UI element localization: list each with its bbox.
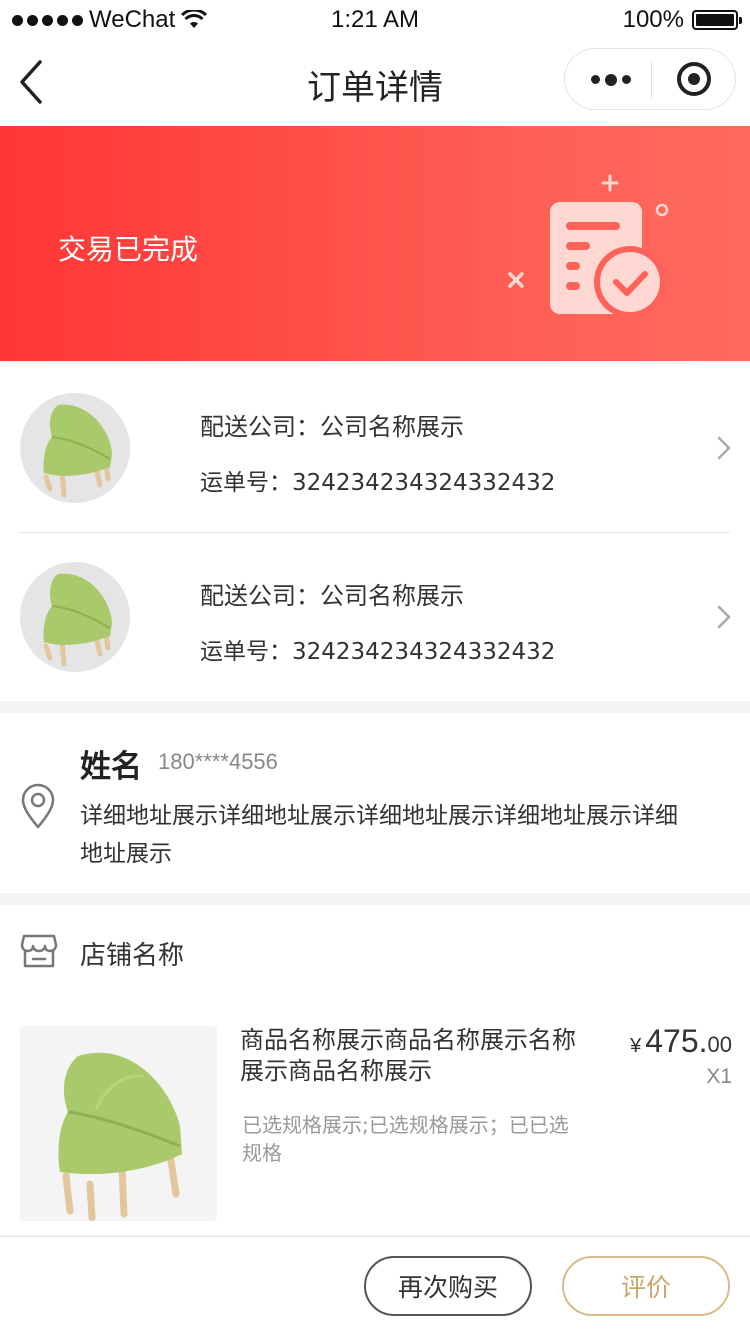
waybill-number: 运单号：324234234324332432 [200,639,556,665]
waybill-number: 运单号：324234234324332432 [200,470,556,496]
logistics-item[interactable]: 配送公司：公司名称展示 运单号：324234234324332432 [0,363,750,533]
location-pin-icon [21,783,55,829]
bottom-action-bar: 再次购买 评价 [0,1236,750,1334]
battery-group: 100% [622,6,742,34]
product-avatar [20,393,130,503]
delivery-company: 配送公司：公司名称展示 [200,582,464,610]
capsule-divider [651,61,652,99]
shipping-address-section: 姓名 180****4556 详细地址展示详细地址展示详细地址展示详细地址展示详… [0,713,750,893]
order-status-text: 交易已完成 [58,233,199,266]
store-section: 店铺名称 商品名称展示商品名称展示名称展示商品名称展示 已选规格展示;已选规格展… [0,905,750,1235]
mini-program-capsule [564,48,736,110]
order-complete-illustration [508,174,669,318]
close-miniprogram-icon[interactable] [677,62,711,96]
navigation-bar: 订单详情 [0,40,750,126]
status-bar: WeChat 1:21 AM 100% [0,0,750,40]
battery-icon [692,10,742,30]
order-detail-page: WeChat 1:21 AM 100% 订单详情 交易已完成 配送公司：公司名称… [0,0,750,1334]
product-name: 商品名称展示商品名称展示名称展示商品名称展示 [240,1026,576,1085]
product-avatar [20,562,130,672]
chair-image [43,573,113,667]
product-price: ¥475.00 [630,1023,732,1060]
price-decimal: 00 [707,1032,732,1057]
chevron-right-icon [717,605,731,629]
store-name[interactable]: 店铺名称 [80,935,184,972]
review-button[interactable]: 评价 [562,1256,730,1316]
chair-image [43,404,113,498]
buy-again-button[interactable]: 再次购买 [364,1256,532,1316]
price-integer: 475. [645,1023,708,1059]
recipient-phone: 180****4556 [158,749,278,774]
more-dots-icon[interactable] [591,73,631,86]
logistics-section: 配送公司：公司名称展示 运单号：324234234324332432 配送公司：… [0,363,750,701]
chevron-right-icon [717,436,731,460]
product-spec: 已选规格展示;已选规格展示；已已选规格 [242,1113,569,1165]
recipient-name: 姓名 [80,749,142,785]
battery-percent: 100% [622,6,684,33]
logistics-item[interactable]: 配送公司：公司名称展示 运单号：324234234324332432 [0,532,750,702]
address-detail: 详细地址展示详细地址展示详细地址展示详细地址展示详细地址展示 [80,803,678,867]
product-quantity: X1 [706,1065,732,1088]
chair-image [58,1052,182,1221]
delivery-company: 配送公司：公司名称展示 [200,413,464,441]
product-thumbnail [20,1026,217,1221]
currency-symbol: ¥ [630,1035,642,1057]
shop-icon [20,934,58,968]
order-status-banner: 交易已完成 [0,126,750,361]
